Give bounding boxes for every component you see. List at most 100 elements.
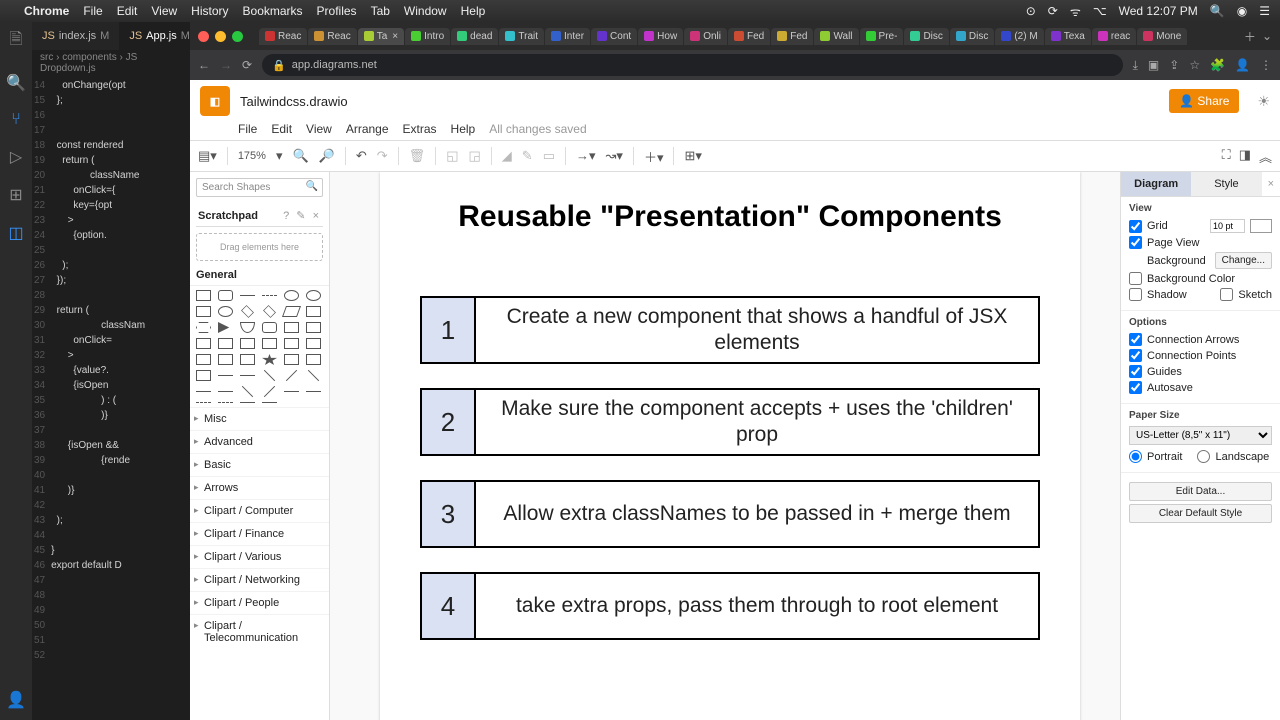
browser-tab[interactable]: Wall — [814, 28, 858, 45]
shape[interactable] — [196, 391, 211, 392]
menu-help[interactable]: Help — [451, 122, 476, 136]
shape[interactable] — [262, 322, 277, 333]
shape-dashed[interactable] — [262, 295, 277, 296]
shape-category[interactable]: Arrows — [190, 476, 329, 499]
shape-category[interactable]: Clipart / Telecommunication — [190, 614, 329, 649]
shape-rounded[interactable] — [218, 290, 233, 301]
document-title[interactable]: Tailwindcss.drawio — [240, 94, 348, 109]
step-row[interactable]: 4take extra props, pass them through to … — [420, 572, 1040, 640]
menu-view[interactable]: View — [306, 122, 332, 136]
collapse-icon[interactable]: ︽ — [1259, 147, 1272, 166]
menu-extras[interactable]: Extras — [403, 122, 437, 136]
search-icon[interactable]: 🔍 — [6, 73, 26, 93]
shape-line[interactable] — [240, 295, 255, 296]
minimize-window-icon[interactable] — [215, 31, 226, 42]
code-editor[interactable]: 14 15 16 17 18 19 20 21 22 23 24 25 26 2… — [32, 76, 190, 665]
zoom-out-icon[interactable]: 🔎 — [319, 148, 335, 164]
shape-parallelogram[interactable] — [282, 306, 301, 317]
browser-tab[interactable]: Fed — [771, 28, 813, 45]
fullscreen-icon[interactable]: ⛶ — [1222, 147, 1231, 166]
shape[interactable] — [196, 338, 211, 349]
shape[interactable] — [218, 306, 233, 317]
grid-color-swatch[interactable] — [1250, 219, 1272, 233]
menu-edit[interactable]: Edit — [271, 122, 292, 136]
redo-icon[interactable]: ↷ — [377, 148, 388, 164]
shape-category[interactable]: Misc — [190, 407, 329, 430]
browser-tab[interactable]: Texa — [1045, 28, 1091, 45]
browser-tab[interactable]: Intro — [405, 28, 450, 45]
shape-triangle[interactable] — [218, 322, 233, 333]
tab-style[interactable]: Style — [1191, 172, 1261, 196]
step-row[interactable]: 3Allow extra classNames to be passed in … — [420, 480, 1040, 548]
canvas[interactable]: Reusable "Presentation" Components 1Crea… — [330, 172, 1120, 720]
menu-history[interactable]: History — [191, 4, 228, 18]
app-name[interactable]: Chrome — [24, 4, 69, 18]
browser-tab[interactable]: Inter — [545, 28, 590, 45]
cast-icon[interactable]: ▣ — [1148, 58, 1159, 72]
shape[interactable] — [240, 375, 255, 376]
shape-category[interactable]: Clipart / Finance — [190, 522, 329, 545]
browser-tab[interactable]: dead — [451, 28, 498, 45]
change-button[interactable]: Change... — [1215, 252, 1272, 269]
fill-color-icon[interactable]: ◢ — [502, 148, 512, 164]
shape-ellipse[interactable] — [284, 290, 299, 301]
grid-checkbox[interactable] — [1129, 220, 1142, 233]
back-icon[interactable]: ← — [198, 58, 210, 72]
shape-category[interactable]: Clipart / Computer — [190, 499, 329, 522]
theme-icon[interactable]: ☀ — [1257, 93, 1270, 110]
search-shapes-input[interactable]: Search Shapes — [196, 178, 323, 197]
extensions-icon[interactable]: ⊞ — [9, 185, 22, 205]
points-checkbox[interactable] — [1129, 349, 1142, 362]
browser-tab[interactable]: Pre- — [860, 28, 904, 45]
browser-tab[interactable]: Disc — [950, 28, 994, 45]
browser-tab[interactable]: reac — [1092, 28, 1136, 45]
shape[interactable] — [308, 370, 319, 381]
reload-icon[interactable]: ⟳ — [242, 58, 252, 72]
shape-diamond[interactable] — [241, 305, 254, 318]
shape-diamond[interactable] — [263, 305, 276, 318]
undo-icon[interactable]: ↶ — [356, 148, 367, 164]
shape[interactable] — [240, 402, 255, 403]
new-tab-button[interactable]: ＋ — [1244, 28, 1256, 45]
shadow-icon[interactable]: ▭ — [543, 148, 555, 164]
shape[interactable] — [196, 370, 211, 381]
insert-icon[interactable]: ＋▾ — [644, 147, 664, 166]
shape[interactable] — [284, 338, 299, 349]
shape[interactable] — [196, 306, 211, 317]
shape[interactable] — [218, 354, 233, 365]
shape[interactable] — [264, 386, 275, 397]
delete-icon[interactable]: 🗑 — [409, 148, 426, 164]
shape-category[interactable]: Clipart / Networking — [190, 568, 329, 591]
browser-tab[interactable]: Fed — [728, 28, 770, 45]
control-center-icon[interactable]: ⌥ — [1093, 4, 1107, 18]
shape-cylinder[interactable] — [240, 322, 255, 333]
browser-tab[interactable]: Onli — [684, 28, 727, 45]
browser-tab[interactable]: (2) M — [995, 28, 1043, 45]
close-panel-icon[interactable]: × — [1262, 172, 1280, 196]
share-icon[interactable]: ⇪ — [1169, 58, 1179, 72]
waypoint-icon[interactable]: ↝▾ — [606, 148, 623, 164]
clear-style-button[interactable]: Clear Default Style — [1129, 504, 1272, 523]
shape[interactable] — [240, 354, 255, 365]
browser-tab[interactable]: Disc — [904, 28, 948, 45]
shadow-checkbox[interactable] — [1129, 288, 1142, 301]
shape[interactable] — [284, 322, 299, 333]
connection-icon[interactable]: →▾ — [576, 148, 596, 164]
account-icon[interactable]: 👤 — [6, 690, 26, 710]
menu-icon[interactable]: ☰ — [1259, 4, 1270, 18]
menu-window[interactable]: Window — [404, 4, 447, 18]
shape-category[interactable]: Clipart / People — [190, 591, 329, 614]
scratchpad-header[interactable]: Scratchpad? ✎ × — [196, 205, 323, 227]
shape-ellipse[interactable] — [306, 290, 321, 301]
shape[interactable] — [218, 375, 233, 376]
pageview-checkbox[interactable] — [1129, 236, 1142, 249]
to-back-icon[interactable]: ◲ — [468, 148, 480, 164]
wifi-icon[interactable]: ᯤ — [1070, 3, 1081, 20]
explorer-icon[interactable]: 🗎 — [10, 28, 23, 55]
browser-tab[interactable]: Ta × — [358, 28, 404, 45]
shape[interactable] — [284, 391, 299, 392]
editor-tab[interactable]: JSApp.jsM — [119, 22, 190, 50]
zoom-caret-icon[interactable]: ▾ — [276, 148, 283, 164]
step-row[interactable]: 1Create a new component that shows a han… — [420, 296, 1040, 364]
page[interactable]: Reusable "Presentation" Components 1Crea… — [380, 172, 1080, 720]
